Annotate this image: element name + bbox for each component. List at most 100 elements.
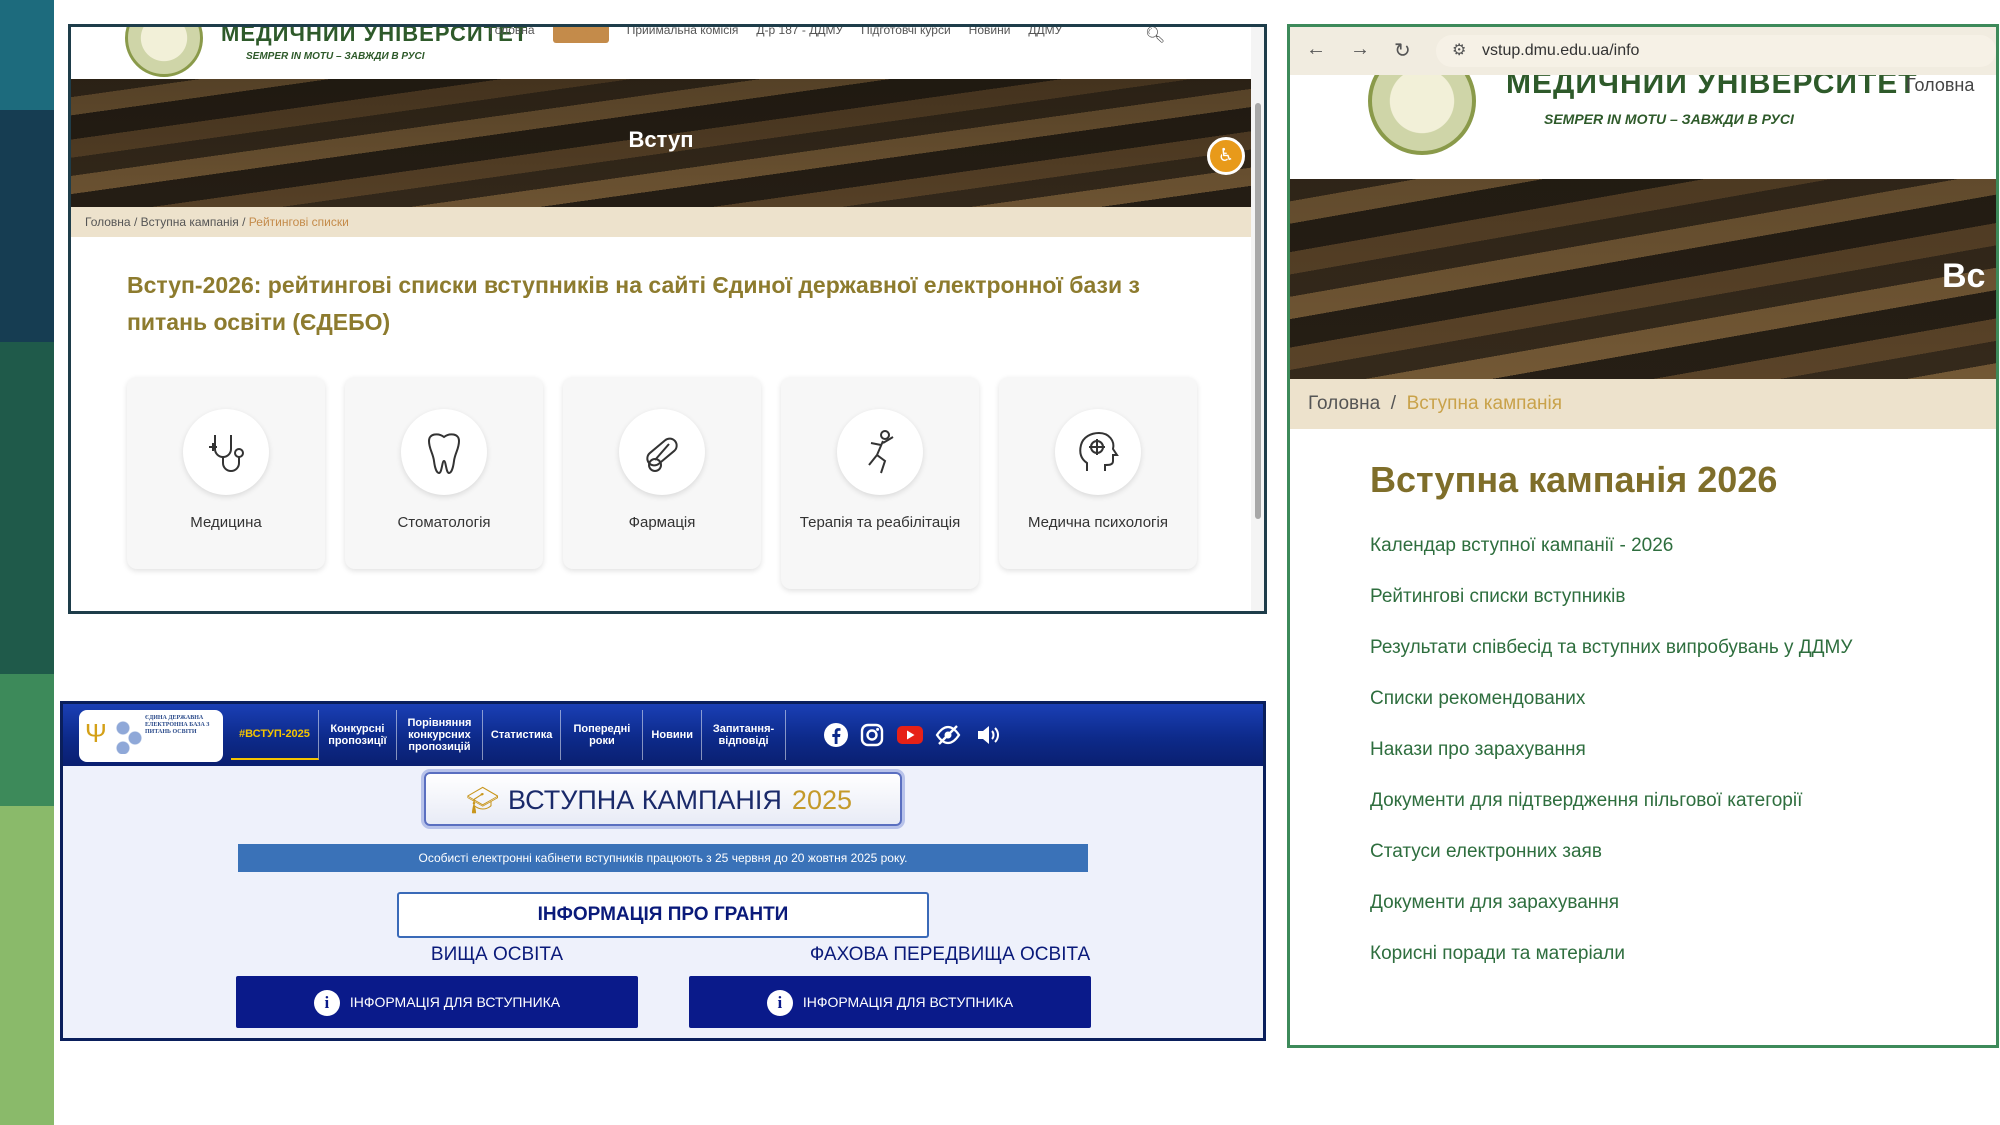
edebo-navbar: Ψ ЄДИНА ДЕРЖАВНА ЕЛЕКТРОННА БАЗА З ПИТАН…: [63, 704, 1263, 766]
url-field[interactable]: ⚙︎ vstup.dmu.edu.ua/info: [1436, 35, 1996, 67]
notice-banner: Особисті електронні кабінети вступників …: [238, 844, 1088, 872]
campaign-badge-text: ВСТУПНА КАМПАНІЯ 2025: [508, 785, 852, 816]
screenshot-edebo-page: Ψ ЄДИНА ДЕРЖАВНА ЕЛЕКТРОННА БАЗА З ПИТАН…: [60, 701, 1266, 1041]
graduation-cap-icon: 🎓︎: [466, 785, 500, 815]
strip-segment: [0, 342, 54, 674]
edebo-menu: #ВСТУП-2025 Конкурсні пропозиції Порівня…: [231, 710, 787, 760]
instagram-icon[interactable]: [859, 722, 885, 748]
screenshot-dmu-info-page: ← → ↻ ⚙︎ vstup.dmu.edu.ua/info МЕДИЧНИЙ …: [1287, 24, 1999, 1048]
youtube-icon[interactable]: [895, 722, 925, 748]
specialty-card-pharmacy[interactable]: Фармація: [563, 377, 761, 569]
edebo-menu-item[interactable]: Конкурсні пропозиції: [319, 710, 397, 760]
campaign-link[interactable]: Накази про зарахування: [1370, 739, 1852, 790]
button-label: ІНФОРМАЦІЯ ДЛЯ ВСТУПНИКА: [349, 994, 561, 1010]
campaign-badge: 🎓︎ ВСТУПНА КАМПАНІЯ 2025: [424, 772, 902, 826]
university-name: МЕДИЧНИЙ УНІВЕРСИТЕТ: [221, 27, 529, 46]
edebo-menu-item[interactable]: Новини: [643, 710, 703, 760]
edebo-menu-item[interactable]: Попередні роки: [561, 710, 644, 760]
campaign-badge-label: ВСТУПНА КАМПАНІЯ: [508, 785, 782, 815]
back-arrow-icon[interactable]: ←: [1306, 38, 1326, 61]
hero-banner: Вступ ♿︎: [71, 79, 1251, 207]
campaign-link[interactable]: Списки рекомендованих: [1370, 688, 1852, 739]
running-person-icon: [837, 409, 923, 495]
university-logo[interactable]: [125, 27, 203, 77]
specialty-card-therapy[interactable]: Терапія та реабілітація: [781, 377, 979, 589]
menu-item[interactable]: Підготовчі курси: [861, 27, 951, 43]
campaign-link[interactable]: Корисні поради та матеріали: [1370, 943, 1852, 994]
breadcrumb-link[interactable]: Головна: [1308, 393, 1380, 414]
card-label: Стоматологія: [397, 514, 491, 531]
reload-icon[interactable]: ↻: [1394, 38, 1411, 63]
breadcrumb-current: Вступна кампанія: [1406, 393, 1563, 414]
page-heading: Вступ-2026: рейтингові списки вступників…: [127, 272, 1140, 335]
edebo-menu-item[interactable]: Статистика: [483, 710, 562, 760]
university-logo[interactable]: [1368, 75, 1476, 155]
strip-segment: [0, 674, 54, 806]
card-label: Фармація: [628, 514, 696, 531]
scrollbar[interactable]: [1251, 27, 1264, 611]
applicant-info-button-higher[interactable]: i ІНФОРМАЦІЯ ДЛЯ ВСТУПНИКА: [236, 976, 638, 1028]
breadcrumb-link[interactable]: Головна: [85, 215, 131, 229]
breadcrumb: Головна / Вступна кампанія / Рейтингові …: [71, 207, 1251, 237]
edebo-menu-item[interactable]: Запитання-відповіді: [702, 710, 787, 760]
campaign-link[interactable]: Статуси електронних заяв: [1370, 841, 1852, 892]
info-icon: i: [766, 990, 793, 1017]
site-header: МЕДИЧНИЙ УНІВЕРСИТЕТ SEMPER IN MOTU – ЗА…: [1290, 75, 1996, 179]
specialty-card-dentistry[interactable]: Стоматологія: [345, 377, 543, 569]
card-label: Терапія та реабілітація: [799, 514, 961, 531]
screenshot-dmu-rating-page: МЕДИЧНИЙ УНІВЕРСИТЕТ SEMPER IN MOTU – ЗА…: [68, 24, 1267, 614]
site-settings-icon[interactable]: ⚙︎: [1452, 35, 1466, 67]
site-header: МЕДИЧНИЙ УНІВЕРСИТЕТ SEMPER IN MOTU – ЗА…: [71, 27, 1264, 79]
menu-item[interactable]: Новини: [969, 27, 1011, 43]
menu-item-home[interactable]: Головна: [1906, 75, 1974, 96]
sound-icon[interactable]: [975, 722, 1001, 748]
page-title: Вступна кампанія 2026: [1370, 459, 1778, 500]
head-brain-icon: [1055, 409, 1141, 495]
edebo-menu-item[interactable]: Порівняння конкурсних пропозицій: [397, 710, 483, 760]
breadcrumb-separator: /: [242, 215, 249, 229]
breadcrumb-link[interactable]: Вступна кампанія: [141, 215, 239, 229]
campaign-links-list: Календар вступної кампанії - 2026 Рейтин…: [1370, 535, 1852, 994]
facebook-icon[interactable]: [823, 722, 849, 748]
pill-icon: [619, 409, 705, 495]
menu-item[interactable]: Головна: [489, 27, 535, 43]
button-label: ІНФОРМАЦІЯ ДЛЯ ВСТУПНИКА: [802, 994, 1014, 1010]
campaign-link[interactable]: Рейтингові списки вступників: [1370, 586, 1852, 637]
strip-segment: [0, 0, 54, 110]
info-icon: i: [313, 990, 340, 1017]
breadcrumb-separator: /: [1385, 393, 1407, 414]
trident-icon: Ψ: [85, 718, 107, 748]
accessibility-icon[interactable]: ♿︎: [1207, 137, 1245, 175]
hero-title: Вступ: [628, 127, 694, 152]
hero-banner: Вс: [1290, 179, 1996, 379]
menu-item[interactable]: Д-р 187 - ДДМУ: [756, 27, 843, 43]
university-motto: SEMPER IN MOTU – ЗАВЖДИ В РУСІ: [246, 51, 425, 62]
campaign-link[interactable]: Документи для підтвердження пільгової ка…: [1370, 790, 1852, 841]
menu-item[interactable]: ДДМУ: [1028, 27, 1062, 43]
main-menu: Головна Вступ Приймальна комісія Д-р 187…: [489, 27, 1062, 43]
specialty-card-psychology[interactable]: Медична психологія: [999, 377, 1197, 569]
forward-arrow-icon[interactable]: →: [1350, 38, 1370, 61]
stethoscope-icon: [183, 409, 269, 495]
professional-pre-higher-heading: ФАХОВА ПЕРЕДВИЩА ОСВІТА: [809, 944, 1091, 965]
university-name: МЕДИЧНИЙ УНІВЕРСИТЕТ: [1506, 75, 1918, 100]
breadcrumb-current: Рейтингові списки: [248, 215, 349, 229]
applicant-info-button-professional[interactable]: i ІНФОРМАЦІЯ ДЛЯ ВСТУПНИКА: [689, 976, 1091, 1028]
hexagon-logo-icon: [115, 720, 143, 754]
search-icon[interactable]: 🔍︎: [1145, 27, 1165, 45]
higher-education-heading: ВИЩА ОСВІТА: [430, 944, 564, 965]
menu-item-active[interactable]: Вступ: [552, 27, 609, 43]
tooth-icon: [401, 409, 487, 495]
accessibility-icon[interactable]: [935, 722, 961, 748]
menu-item[interactable]: Приймальна комісія: [627, 27, 739, 43]
grants-info-button[interactable]: ІНФОРМАЦІЯ ПРО ГРАНТИ: [397, 892, 929, 938]
scrollbar-thumb[interactable]: [1255, 103, 1261, 519]
strip-segment: [0, 110, 54, 342]
breadcrumb: Головна / Вступна кампанія: [1290, 379, 1996, 429]
specialty-card-medicine[interactable]: Медицина: [127, 377, 325, 569]
edebo-menu-item-active[interactable]: #ВСТУП-2025: [231, 710, 319, 760]
campaign-link[interactable]: Результати співбесід та вступних випробу…: [1370, 637, 1852, 688]
edebo-logo[interactable]: Ψ ЄДИНА ДЕРЖАВНА ЕЛЕКТРОННА БАЗА З ПИТАН…: [79, 710, 223, 762]
campaign-link[interactable]: Документи для зарахування: [1370, 892, 1852, 943]
campaign-link[interactable]: Календар вступної кампанії - 2026: [1370, 535, 1852, 586]
